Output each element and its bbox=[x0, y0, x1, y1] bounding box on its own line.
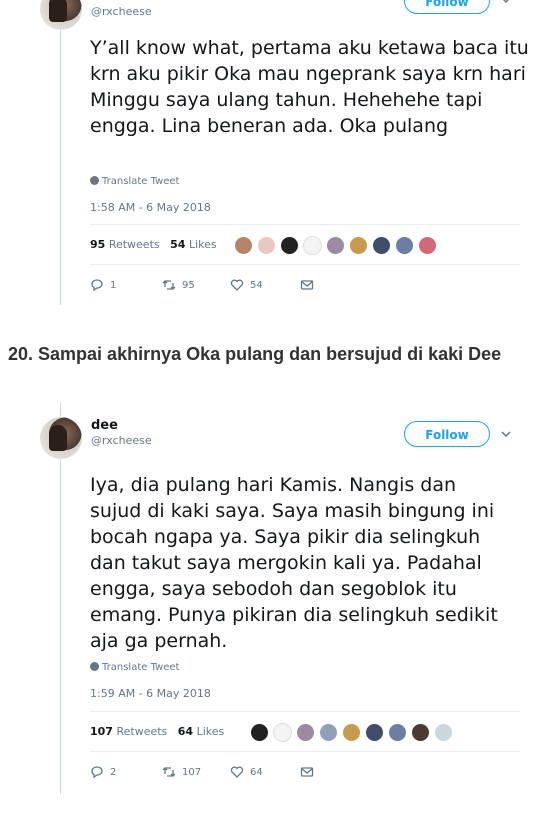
liker-avatar[interactable] bbox=[418, 236, 437, 255]
liker-avatar[interactable] bbox=[303, 236, 322, 255]
retweets-count: 95 bbox=[90, 238, 106, 251]
retweets-stat[interactable]: 107 Retweets bbox=[90, 725, 167, 738]
retweet-icon bbox=[162, 280, 176, 290]
user-handle[interactable]: @rxcheese bbox=[91, 5, 152, 18]
message-icon bbox=[300, 280, 314, 290]
translate-tweet-link[interactable]: Translate Tweet bbox=[90, 176, 179, 187]
liker-avatar[interactable] bbox=[257, 236, 276, 255]
globe-icon bbox=[90, 176, 99, 185]
follow-button[interactable]: Follow bbox=[404, 0, 490, 14]
retweets-label: Retweets bbox=[108, 238, 160, 251]
tweet-stats: 95 Retweets 54 Likes bbox=[90, 236, 520, 260]
reply-icon bbox=[91, 279, 103, 292]
tweet-actions: 1 95 54 bbox=[90, 278, 520, 296]
section-heading: 20. Sampai akhirnya Oka pulang dan bersu… bbox=[8, 344, 502, 364]
globe-icon bbox=[90, 662, 99, 671]
liker-avatar[interactable] bbox=[388, 723, 407, 742]
retweets-stat[interactable]: 95 Retweets bbox=[90, 238, 160, 251]
likes-stat[interactable]: 54 Likes bbox=[170, 238, 216, 251]
likes-count: 64 bbox=[177, 725, 194, 738]
retweet-count: 107 bbox=[182, 766, 202, 778]
timestamp[interactable]: 1:58 AM - 6 May 2018 bbox=[90, 201, 211, 214]
liker-avatars bbox=[234, 236, 437, 258]
tweet-text: Y’all know what, pertama aku ketawa baca… bbox=[90, 37, 529, 137]
tweet-header: dee @rxcheese Follow bbox=[40, 417, 520, 463]
liker-avatar[interactable] bbox=[280, 236, 299, 255]
liker-avatar[interactable] bbox=[234, 236, 253, 255]
liker-avatar[interactable] bbox=[434, 723, 453, 742]
chevron-down-icon[interactable] bbox=[500, 0, 512, 6]
like-action[interactable]: 54 bbox=[230, 278, 263, 292]
liker-avatar[interactable] bbox=[250, 723, 269, 742]
divider bbox=[90, 224, 520, 225]
like-icon bbox=[230, 766, 244, 778]
tweet-actions: 2 107 64 bbox=[90, 765, 520, 783]
liker-avatar[interactable] bbox=[296, 723, 315, 742]
follow-button[interactable]: Follow bbox=[404, 421, 490, 447]
divider bbox=[90, 711, 520, 712]
reply-action[interactable]: 1 bbox=[90, 278, 116, 292]
divider bbox=[90, 264, 520, 265]
liker-avatar[interactable] bbox=[395, 236, 414, 255]
translate-label: Translate Tweet bbox=[102, 662, 180, 673]
translate-tweet-link[interactable]: Translate Tweet bbox=[90, 662, 179, 673]
reply-count: 1 bbox=[110, 279, 117, 291]
timestamp[interactable]: 1:59 AM - 6 May 2018 bbox=[90, 687, 211, 700]
reply-icon bbox=[91, 766, 103, 779]
liker-avatar[interactable] bbox=[326, 236, 345, 255]
retweet-action[interactable]: 107 bbox=[162, 765, 201, 779]
liker-avatar[interactable] bbox=[349, 236, 368, 255]
translate-label: Translate Tweet bbox=[102, 176, 180, 187]
like-icon bbox=[230, 279, 244, 291]
tweet-card: @rxcheese Follow Y’all know what, pertam… bbox=[40, 0, 529, 308]
retweets-label: Retweets bbox=[116, 725, 168, 738]
liker-avatar[interactable] bbox=[365, 723, 384, 742]
retweets-count: 107 bbox=[90, 725, 113, 738]
reply-count: 2 bbox=[110, 766, 117, 778]
reply-action[interactable]: 2 bbox=[90, 765, 116, 779]
tweet-card: dee @rxcheese Follow Iya, dia pulang har… bbox=[40, 417, 520, 797]
avatar[interactable] bbox=[40, 0, 82, 30]
retweet-count: 95 bbox=[182, 279, 195, 291]
tweet-text: Iya, dia pulang hari Kamis. Nangis dan s… bbox=[90, 474, 498, 652]
liker-avatar[interactable] bbox=[411, 723, 430, 742]
likes-stat[interactable]: 64 Likes bbox=[178, 725, 224, 738]
liker-avatar[interactable] bbox=[342, 723, 361, 742]
like-count: 64 bbox=[250, 766, 263, 778]
like-action[interactable]: 64 bbox=[230, 765, 263, 779]
message-action[interactable] bbox=[300, 765, 314, 779]
avatar[interactable] bbox=[40, 417, 82, 459]
likes-label: Likes bbox=[188, 238, 217, 251]
retweet-action[interactable]: 95 bbox=[162, 278, 195, 292]
liker-avatar[interactable] bbox=[319, 723, 338, 742]
likes-label: Likes bbox=[196, 725, 225, 738]
message-action[interactable] bbox=[300, 278, 314, 292]
tweet-stats: 107 Retweets 64 Likes bbox=[90, 723, 520, 747]
tweet-header: @rxcheese Follow bbox=[40, 0, 520, 34]
like-count: 54 bbox=[250, 279, 263, 291]
user-handle[interactable]: @rxcheese bbox=[91, 434, 152, 447]
liker-avatars bbox=[250, 723, 453, 745]
likes-count: 54 bbox=[170, 238, 186, 251]
chevron-down-icon[interactable] bbox=[500, 428, 512, 440]
retweet-icon bbox=[162, 767, 176, 777]
liker-avatar[interactable] bbox=[372, 236, 391, 255]
liker-avatar[interactable] bbox=[273, 723, 292, 742]
message-icon bbox=[300, 767, 314, 777]
divider bbox=[90, 751, 520, 752]
user-name[interactable]: dee bbox=[91, 418, 118, 433]
